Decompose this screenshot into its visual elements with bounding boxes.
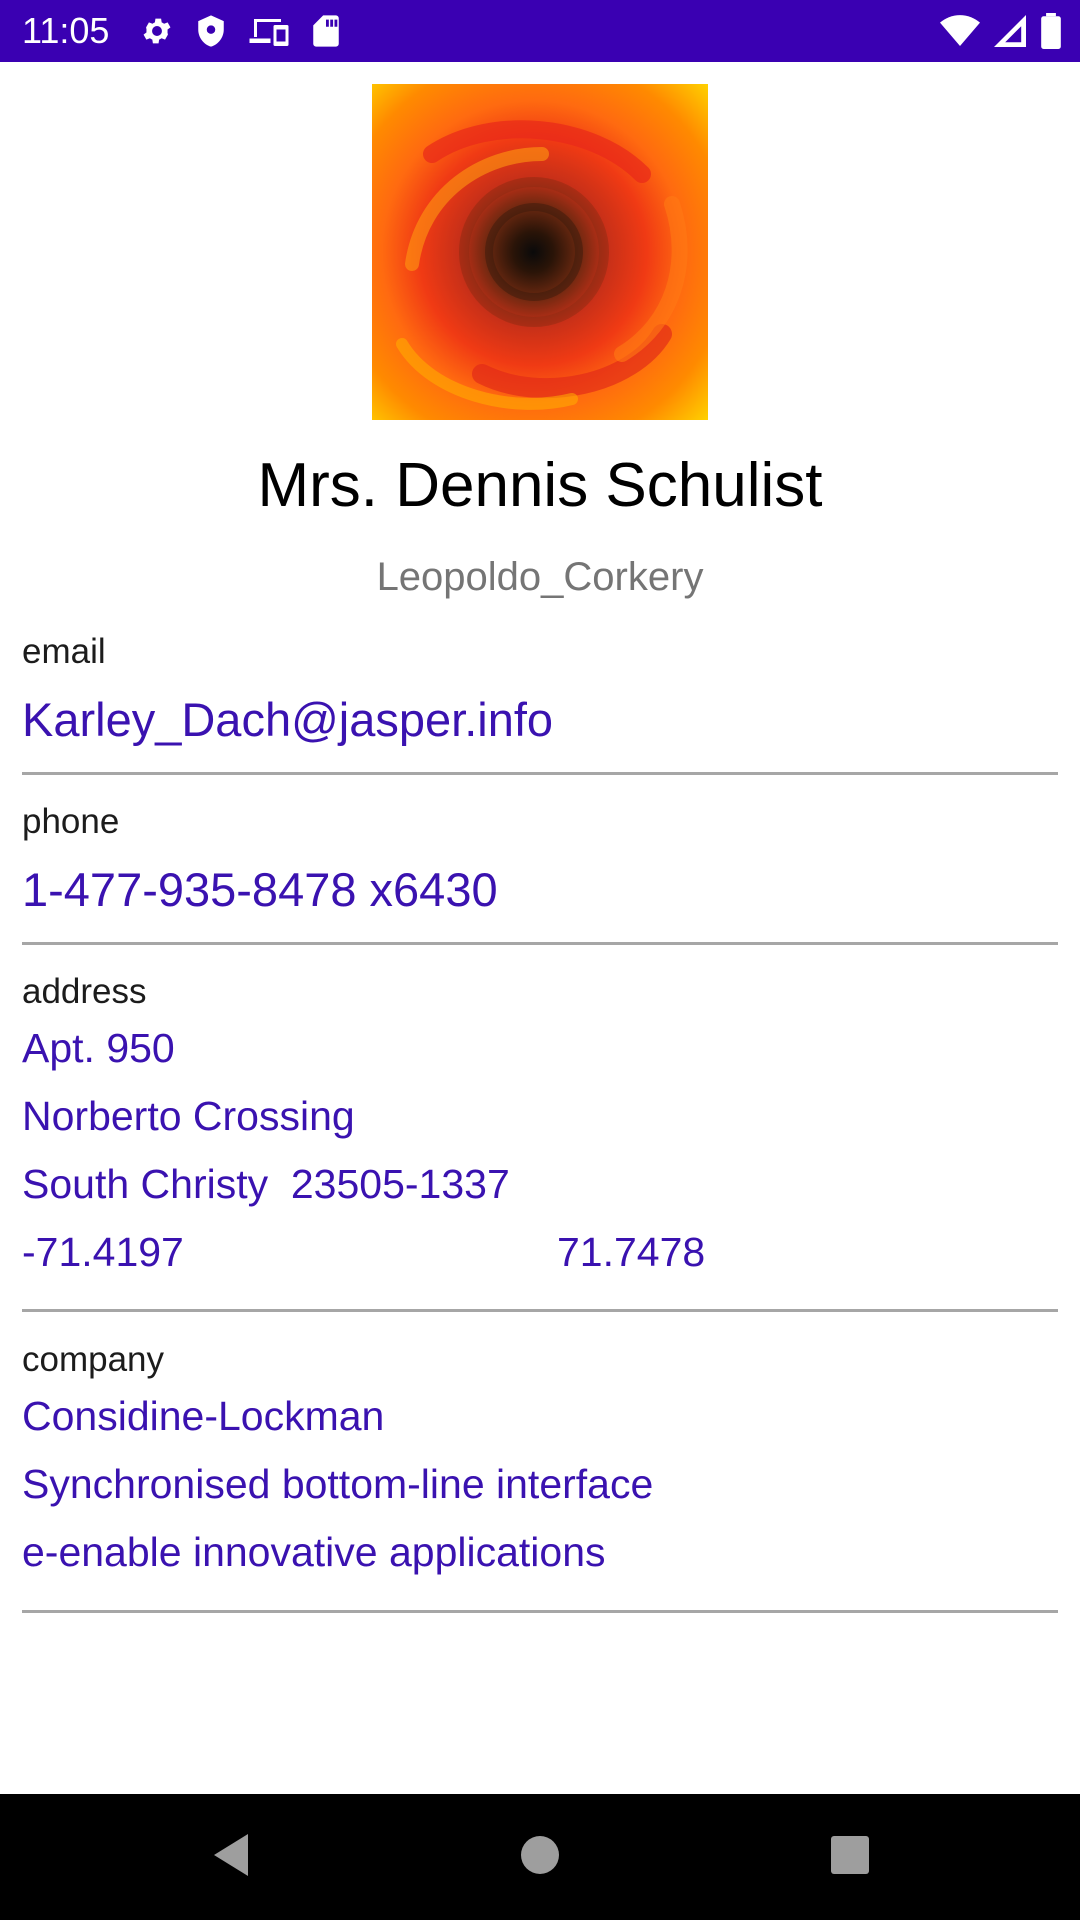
address-longitude: 71.7478 [557, 1229, 706, 1275]
status-bar: 11:05 [0, 0, 1080, 62]
profile-username: Leopoldo_Corkery [376, 555, 704, 599]
home-icon [520, 1835, 560, 1880]
email-label: email [22, 632, 106, 671]
email-value[interactable]: Karley_Dach@jasper.info [22, 690, 1058, 750]
company-name: Considine-Lockman [22, 1393, 385, 1439]
recents-button[interactable] [820, 1827, 880, 1887]
recents-icon [830, 1835, 870, 1880]
address-street: Norberto Crossing [22, 1093, 355, 1139]
shield-icon [196, 14, 226, 48]
navigation-bar [0, 1794, 1080, 1920]
address-section: address Apt. 950 Norberto Crossing South… [22, 970, 1058, 1312]
status-icons-right [940, 13, 1062, 49]
address-label: address [22, 972, 147, 1011]
phone-section: phone 1-477-935-8478 x6430 [22, 800, 1058, 945]
company-label: company [22, 1340, 165, 1379]
wifi-icon [940, 14, 980, 48]
cell-signal-icon [994, 14, 1026, 48]
company-catch-phrase: Synchronised bottom-line interface [22, 1461, 654, 1507]
home-button[interactable] [510, 1827, 570, 1887]
devices-icon [248, 14, 290, 48]
battery-icon [1040, 13, 1062, 49]
company-bs: e-enable innovative applications [22, 1529, 606, 1575]
company-section: company Considine-Lockman Synchronised b… [22, 1338, 1058, 1613]
profile-name: Mrs. Dennis Schulist [257, 451, 823, 520]
email-section: email Karley_Dach@jasper.info [22, 630, 1058, 775]
sd-card-icon [312, 14, 340, 48]
gear-icon [140, 14, 174, 48]
profile-avatar [372, 84, 708, 420]
status-time: 11:05 [22, 10, 110, 51]
address-suite: Apt. 950 [22, 1025, 175, 1071]
phone-label: phone [22, 802, 120, 841]
phone-value[interactable]: 1-477-935-8478 x6430 [22, 860, 1058, 920]
back-icon [210, 1832, 250, 1883]
address-city-zip: South Christy 23505-1337 [22, 1161, 510, 1207]
status-icons-left [140, 13, 340, 49]
address-latitude: -71.4197 [22, 1229, 184, 1275]
back-button[interactable] [200, 1827, 260, 1887]
address-coordinates[interactable]: -71.4197 71.7478 [22, 1218, 1058, 1286]
